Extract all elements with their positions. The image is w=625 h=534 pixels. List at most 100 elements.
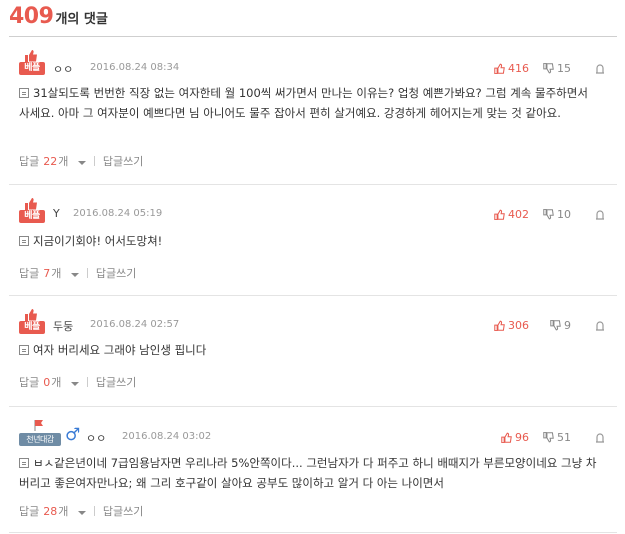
comment-list: 베플 ㅇㅇ 2016.08.24 08:34 416 15 31살되도록 번번한…: [9, 36, 617, 533]
dislike-count: 9: [564, 319, 571, 332]
comment-item: 베플 Y 2016.08.24 05:19 402 10 지금이기회야! 어서도…: [9, 185, 617, 296]
write-reply-link[interactable]: 답글쓰기: [103, 503, 143, 519]
report-icon[interactable]: [595, 210, 605, 220]
chevron-down-icon: [77, 161, 86, 165]
dislike-button[interactable]: 51: [543, 431, 571, 444]
comment-date: 2016.08.24 05:19: [73, 208, 163, 219]
chevron-down-icon: [70, 273, 79, 277]
dislike-button[interactable]: 10: [543, 208, 571, 221]
like-button[interactable]: 306: [494, 319, 529, 332]
comment-text: 31살되도록 번번한 직장 없는 여자한테 월 100씩 써가면서 만나는 이유…: [19, 83, 599, 123]
reply-label: 답글: [19, 376, 40, 389]
male-icon: ♂: [65, 425, 81, 445]
like-count: 416: [508, 62, 529, 75]
comment-date: 2016.08.24 08:34: [90, 62, 180, 73]
comment-text-content: 31살되도록 번번한 직장 없는 여자한테 월 100씩 써가면서 만나는 이유…: [19, 86, 588, 120]
dislike-count: 10: [557, 208, 571, 221]
reply-unit: 개: [51, 376, 62, 389]
best-badge: 베플: [19, 197, 45, 225]
like-count: 306: [508, 319, 529, 332]
reply-unit: 개: [58, 155, 69, 168]
document-icon: [19, 236, 29, 246]
comment-text-content: 여자 버리세요 그래야 남인생 핍니다: [33, 343, 207, 357]
chevron-down-icon: [70, 382, 79, 386]
comment-footer: 답글 7개 답글쓰기: [19, 265, 136, 281]
comment-text: ㅂㅅ같은년이네 7급임용남자면 우리나라 5%안쪽이다... 그런남자가 다 퍼…: [19, 453, 599, 493]
reply-unit: 개: [51, 267, 62, 280]
thumb-up-icon: [25, 309, 37, 321]
dislike-button[interactable]: 9: [550, 319, 571, 332]
report-icon[interactable]: [595, 433, 605, 443]
reply-count: 22: [43, 155, 58, 168]
dislike-count: 15: [557, 62, 571, 75]
comment-author[interactable]: 두둥: [53, 318, 73, 334]
comment-author[interactable]: ㅇㅇ: [53, 61, 73, 77]
reply-count: 0: [43, 376, 51, 389]
best-label: 베플: [19, 321, 45, 334]
thumb-up-icon: [25, 50, 37, 62]
reply-toggle[interactable]: 답글 28개: [19, 503, 86, 519]
comment-count-header: 409 개의 댓글: [9, 4, 108, 34]
comment-text: 지금이기회야! 어서도망쳐!: [19, 231, 599, 251]
like-button[interactable]: 402: [494, 208, 529, 221]
flag-icon: [34, 420, 43, 431]
write-reply-link[interactable]: 답글쓰기: [96, 265, 136, 281]
reply-toggle[interactable]: 답글 22개: [19, 153, 86, 169]
rank-badge: 천년대감: [19, 419, 61, 447]
document-icon: [19, 88, 29, 98]
reply-unit: 개: [58, 505, 69, 518]
reply-toggle[interactable]: 답글 0개: [19, 374, 79, 390]
document-icon: [19, 345, 29, 355]
thumb-down-icon: [543, 63, 554, 74]
thumb-up-icon: [25, 198, 37, 210]
write-reply-link[interactable]: 답글쓰기: [96, 374, 136, 390]
thumb-up-icon: [494, 209, 505, 220]
thumb-up-icon: [494, 63, 505, 74]
comment-item: 베플 ㅇㅇ 2016.08.24 08:34 416 15 31살되도록 번번한…: [9, 37, 617, 185]
comment-author[interactable]: Y: [53, 207, 60, 220]
report-icon[interactable]: [595, 64, 605, 74]
thumb-down-icon: [550, 320, 561, 331]
comment-footer: 답글 0개 답글쓰기: [19, 374, 136, 390]
comment-date: 2016.08.24 02:57: [90, 319, 180, 330]
reply-label: 답글: [19, 267, 40, 280]
best-badge: 베플: [19, 49, 45, 77]
rank-label: 천년대감: [19, 433, 61, 446]
document-icon: [19, 458, 29, 468]
like-button[interactable]: 416: [494, 62, 529, 75]
comment-item: 천년대감 ♂ ㅇㅇ 2016.08.24 03:02 96 51 ㅂㅅ같은년이네…: [9, 407, 617, 533]
reply-count: 28: [43, 505, 58, 518]
reply-toggle[interactable]: 답글 7개: [19, 265, 79, 281]
thumb-up-icon: [494, 320, 505, 331]
comment-text: 여자 버리세요 그래야 남인생 핍니다: [19, 340, 599, 360]
chevron-down-icon: [77, 511, 86, 515]
divider: [86, 268, 88, 278]
reply-label: 답글: [19, 155, 40, 168]
comment-item: 베플 두둥 2016.08.24 02:57 306 9 여자 버리세요 그래야…: [9, 296, 617, 407]
thumb-down-icon: [543, 209, 554, 220]
write-reply-link[interactable]: 답글쓰기: [103, 153, 143, 169]
reply-count: 7: [43, 267, 51, 280]
like-count: 96: [515, 431, 529, 444]
best-badge: 베플: [19, 308, 45, 336]
dislike-button[interactable]: 15: [543, 62, 571, 75]
comment-text-content: 지금이기회야! 어서도망쳐!: [33, 234, 163, 248]
best-label: 베플: [19, 210, 45, 223]
comment-author[interactable]: ㅇㅇ: [86, 430, 106, 446]
comment-count-suffix: 개의 댓글: [55, 12, 108, 27]
comment-footer: 답글 28개 답글쓰기: [19, 503, 143, 519]
comment-footer: 답글 22개 답글쓰기: [19, 153, 143, 169]
dislike-count: 51: [557, 431, 571, 444]
divider: [93, 156, 95, 166]
comment-count: 409: [9, 4, 54, 29]
comment-date: 2016.08.24 03:02: [122, 431, 212, 442]
thumb-up-icon: [501, 432, 512, 443]
reply-label: 답글: [19, 505, 40, 518]
best-label: 베플: [19, 62, 45, 75]
comment-text-content: ㅂㅅ같은년이네 7급임용남자면 우리나라 5%안쪽이다... 그런남자가 다 퍼…: [19, 456, 597, 490]
divider: [93, 506, 95, 516]
report-icon[interactable]: [595, 321, 605, 331]
divider: [86, 377, 88, 387]
thumb-down-icon: [543, 432, 554, 443]
like-button[interactable]: 96: [501, 431, 529, 444]
